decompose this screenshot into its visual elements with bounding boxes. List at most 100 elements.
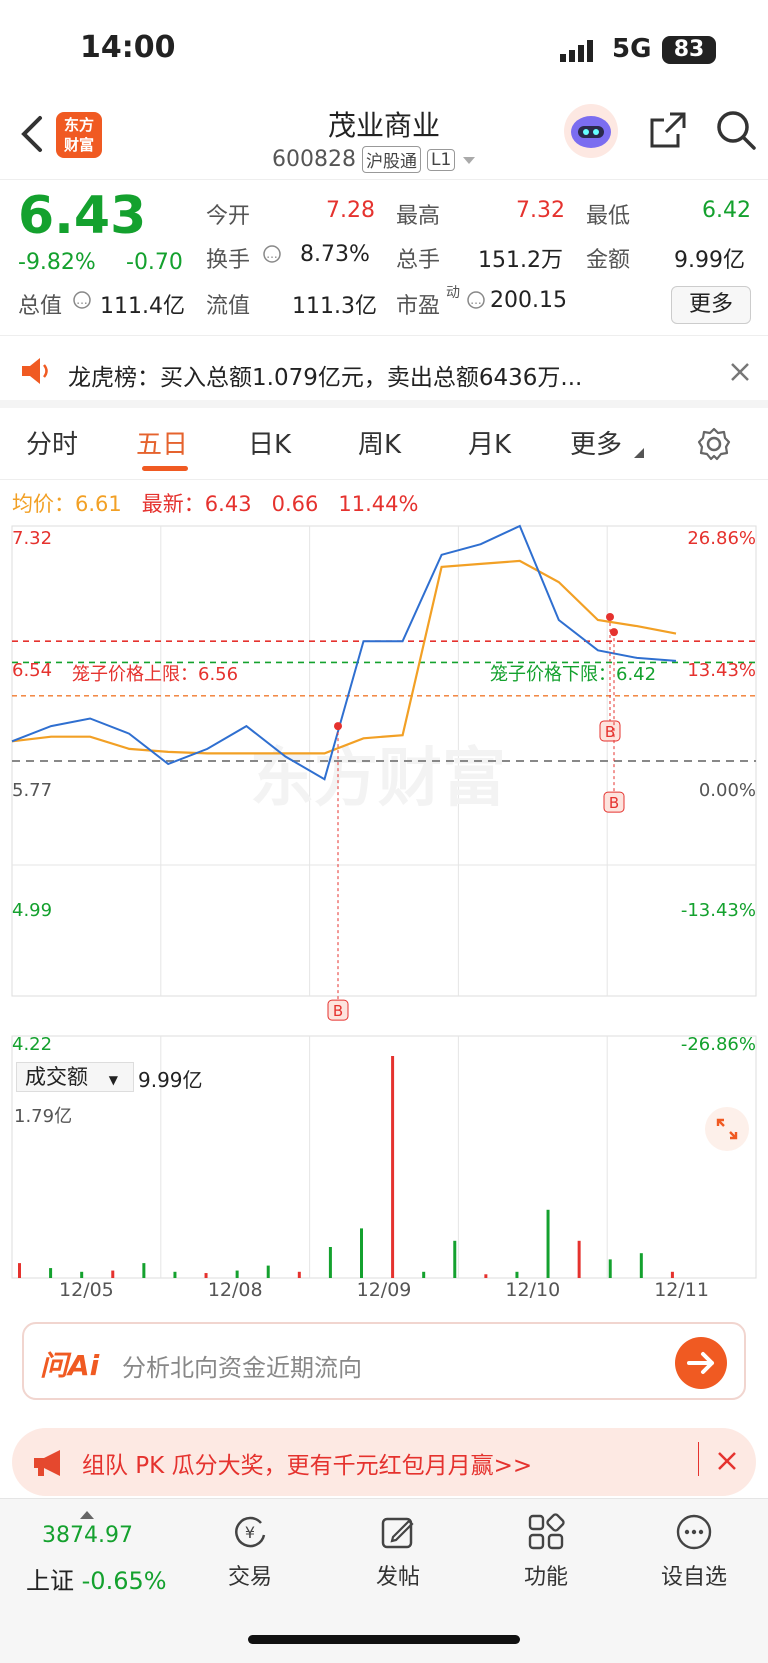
amount-label: 金额 [586,248,631,273]
level-tag: L1 [426,148,456,171]
volume-bar [111,1270,115,1278]
y-right-lower: -13.43% [680,900,756,921]
info-icon[interactable]: ... [466,290,486,310]
x-axis-date: 12/11 [654,1279,709,1300]
high-value: 7.32 [516,198,565,223]
index-value[interactable]: 3874.97 [42,1523,133,1548]
upper-cage-label: 笼子价格上限：6.56 [72,664,239,685]
current-price: 6.43 [18,186,147,246]
search-icon[interactable] [714,108,758,152]
market-cap-label: 总值 [18,294,63,319]
volume-bar [608,1259,612,1278]
volume-type-select[interactable]: 成交额 ▼ [16,1062,134,1092]
volume-bar [639,1253,643,1278]
grid-icon [528,1513,565,1550]
stock-code-row[interactable]: 600828 沪股通 L1 [272,146,477,173]
x-axis-date: 12/05 [59,1279,114,1300]
chart-grid [11,525,757,1279]
speaker-icon [22,358,48,384]
float-cap-label: 流值 [206,294,251,319]
connect-tag: 沪股通 [361,146,421,173]
five-day-chart[interactable]: 东方财富 BBB 12/05 12/08 12/09 12/10 12/11 [0,520,768,1300]
promo-banner[interactable]: 组队 PK 瓜分大奖，更有千元红包月月赢>> [12,1428,756,1496]
x-axis-date: 12/08 [208,1279,263,1300]
volume-bar [142,1263,146,1278]
home-indicator [248,1635,520,1644]
market-cap-value: 111.4亿 [100,294,185,319]
buy-marker-label: B [605,723,615,741]
more-button[interactable]: 更多 [671,286,751,324]
ai-placeholder: 分析北向资金近期流向 [122,1354,362,1382]
close-icon[interactable] [730,362,750,382]
notice-bar[interactable]: 龙虎榜：买入总额1.079亿元，卖出总额6436万... [0,340,768,408]
avg-info-row: 均价：6.61 最新：6.43 0.66 11.44% [12,488,418,518]
volume-bar [173,1271,177,1278]
avg-value: 6.61 [75,492,122,516]
y-right-top: 26.86% [687,528,756,549]
nav-post[interactable]: 发帖 [338,1513,458,1591]
close-icon[interactable] [716,1450,738,1472]
index-ticker[interactable]: 上证 -0.65% [26,1561,167,1596]
volume-bar [670,1271,674,1278]
stock-code: 600828 [272,147,356,172]
info-icon[interactable]: ... [72,290,92,310]
marker-dot [334,722,342,731]
pe-sup: 动 [446,285,460,301]
diff-pct: 11.44% [338,492,419,516]
share-icon[interactable] [648,110,688,150]
nav-functions[interactable]: 功能 [486,1513,606,1591]
change-pct: -9.82% [18,250,96,275]
network-type: 5G [612,34,652,64]
avg-price-line [11,559,677,755]
ai-input-box[interactable]: 问Ai 分析北向资金近期流向 [22,1322,746,1400]
marker-dot [606,612,614,621]
nav-trade[interactable]: ¥ 交易 [190,1513,310,1591]
tab-daily-k[interactable]: 日K [248,424,291,461]
tab-more[interactable]: 更多 [570,424,622,461]
robot-assistant-icon[interactable] [560,102,622,160]
buy-marker-label: B [333,1002,343,1020]
open-value: 7.28 [326,198,375,223]
tab-weekly-k[interactable]: 周K [358,424,401,461]
info-icon[interactable]: ... [262,244,282,264]
stock-header: 东方财富 茂业商业 600828 沪股通 L1 [0,100,768,180]
latest-label: 最新： [141,492,205,516]
tab-monthly-k[interactable]: 月K [468,424,511,461]
dropdown-icon: ▼ [108,1073,118,1087]
status-bar: 14:00 5G 83 [0,0,768,100]
pe-label: 市盈 [396,294,441,319]
volume-bar [515,1271,519,1278]
volume-bar [360,1228,363,1278]
volume-value: 151.2万 [478,248,563,273]
turnover-value: 8.73% [300,242,370,267]
volume-bar [297,1271,301,1278]
caret-up-icon [80,1511,94,1519]
volume-bar [328,1246,332,1278]
volume-header: 成交额 ▼ 9.99亿 [0,1060,768,1096]
high-label: 最高 [396,204,441,229]
y-left-mid: 5.77 [12,780,53,801]
latest-value: 6.43 [204,492,252,516]
nav-post-label: 发帖 [375,1565,420,1590]
nav-trade-label: 交易 [227,1565,272,1590]
chart-tabs: 分时 五日 日K 周K 月K 更多 [0,412,768,480]
nav-functions-label: 功能 [523,1565,568,1590]
float-cap-value: 111.3亿 [292,294,377,319]
tab-intraday[interactable]: 分时 [26,424,78,461]
arrow-right-icon[interactable] [674,1336,728,1390]
settings-gear-icon[interactable] [696,426,732,462]
open-label: 今开 [206,204,251,229]
volume-bar [80,1271,84,1278]
pe-value: 200.15 [490,288,567,313]
volume-bar [484,1274,488,1278]
y-left-upper: 6.54 [12,660,53,681]
expand-icon[interactable] [704,1106,750,1152]
tab-five-day[interactable]: 五日 [136,424,188,461]
y-right-mid: 0.00% [698,780,756,801]
svg-text:¥: ¥ [245,1523,255,1542]
volume-bar [18,1263,21,1278]
promo-text: 组队 PK 瓜分大奖，更有千元红包月月赢>> [82,1453,533,1479]
nav-customize[interactable]: 设自选 [634,1513,754,1591]
y-left-bottom: 4.22 [12,1034,53,1055]
marker-dot [610,628,618,637]
